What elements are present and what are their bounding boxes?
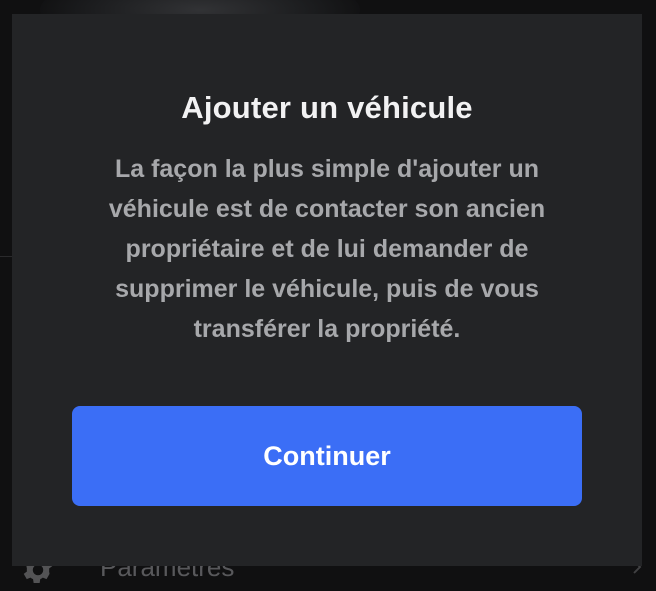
add-vehicle-dialog: Ajouter un véhicule La façon la plus sim…	[12, 14, 642, 566]
continue-button[interactable]: Continuer	[72, 406, 582, 506]
dialog-message: La façon la plus simple d'ajouter un véh…	[108, 155, 546, 343]
divider	[0, 256, 12, 257]
dialog-title: Ajouter un véhicule	[181, 90, 473, 125]
